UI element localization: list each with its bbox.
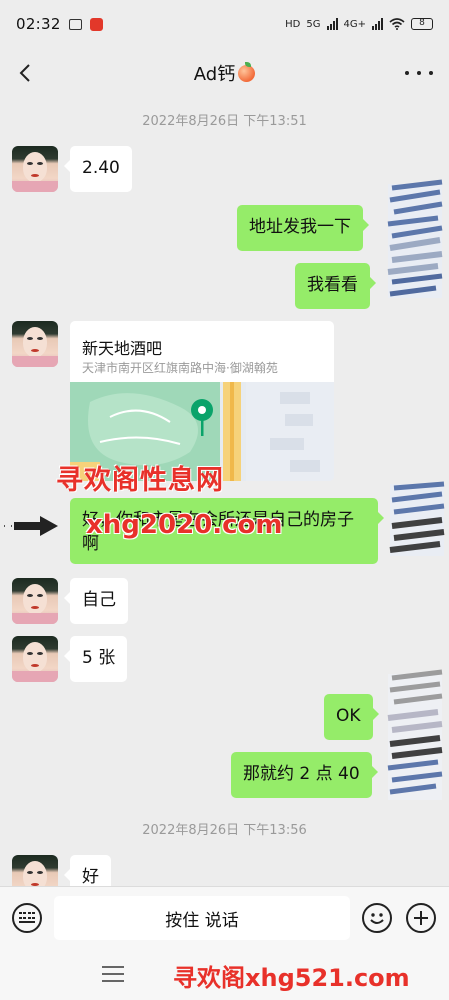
scribbled-avatar-image — [389, 481, 445, 556]
outgoing-message[interactable]: 那就约 2 点 40 — [231, 752, 378, 798]
message-timestamp: 2022年8月26日 下午13:56 — [142, 823, 307, 838]
signal-icon — [372, 18, 383, 30]
contact-avatar[interactable] — [12, 578, 58, 624]
menu-icon[interactable] — [102, 966, 124, 984]
scribbled-avatar-image — [387, 179, 443, 298]
keyboard-icon — [19, 912, 35, 924]
watermark-text: 寻欢阁性息网 — [56, 465, 224, 496]
battery-icon: 8 — [411, 18, 433, 30]
chat-title-text: Ad钙 — [193, 64, 236, 85]
hold-to-talk-button[interactable]: 按住 说话 — [54, 896, 350, 940]
wifi-icon — [389, 18, 405, 30]
plus-icon — [414, 911, 428, 925]
app-notification-icon — [89, 17, 103, 31]
emoji-button[interactable] — [362, 903, 392, 933]
contact-avatar[interactable] — [12, 636, 58, 682]
contact-avatar[interactable] — [12, 321, 58, 367]
more-options-button[interactable] — [405, 61, 433, 85]
dot-icon — [405, 71, 409, 75]
back-button[interactable] — [10, 58, 40, 88]
watermark-footer: 寻欢阁xhg521.com — [173, 964, 410, 992]
4g-indicator: 4G+ — [343, 18, 367, 30]
status-bar: 02:32 HD 5G 4G+ 8 — [0, 0, 449, 48]
signal-icon — [326, 18, 338, 30]
chat-input-bar: 按住 说话 — [0, 886, 449, 950]
more-functions-button[interactable] — [406, 903, 436, 933]
location-name: 新天地酒吧 — [82, 339, 163, 358]
mail-icon — [68, 18, 82, 30]
peach-emoji-icon — [238, 61, 256, 82]
arrow-right-icon — [4, 516, 58, 536]
scribbled-avatar-image — [387, 669, 443, 800]
smiley-icon — [370, 913, 384, 924]
5g-indicator: 5G — [306, 18, 321, 30]
keyboard-toggle-button[interactable] — [12, 903, 42, 933]
dot-icon — [429, 71, 433, 75]
hd-indicator: HD — [285, 18, 301, 30]
contact-avatar[interactable] — [12, 146, 58, 192]
chat-header: Ad钙 — [0, 48, 449, 98]
chevron-left-icon — [19, 64, 30, 82]
outgoing-message[interactable]: OK — [324, 694, 379, 740]
dot-icon — [417, 71, 421, 75]
incoming-message[interactable]: 5 张 — [63, 636, 128, 682]
status-time: 02:32 — [16, 15, 61, 33]
chat-title: Ad钙 — [193, 60, 256, 86]
outgoing-message[interactable]: 地址发我一下 — [237, 205, 369, 251]
message-timestamp: 2022年8月26日 下午13:51 — [142, 114, 307, 129]
location-address: 天津市南开区红旗南路中海·御湖翰苑 — [82, 361, 278, 375]
watermark-url: xhg2020.com — [86, 510, 283, 540]
location-message-card[interactable]: 新天地酒吧 天津市南开区红旗南路中海·御湖翰苑 — [70, 321, 334, 481]
system-navigation-bar: 寻欢阁xhg521.com — [0, 950, 449, 1000]
outgoing-message[interactable]: 我看看 — [295, 263, 376, 309]
incoming-message[interactable]: 自己 — [64, 578, 128, 624]
incoming-message[interactable]: 2.40 — [64, 146, 132, 192]
